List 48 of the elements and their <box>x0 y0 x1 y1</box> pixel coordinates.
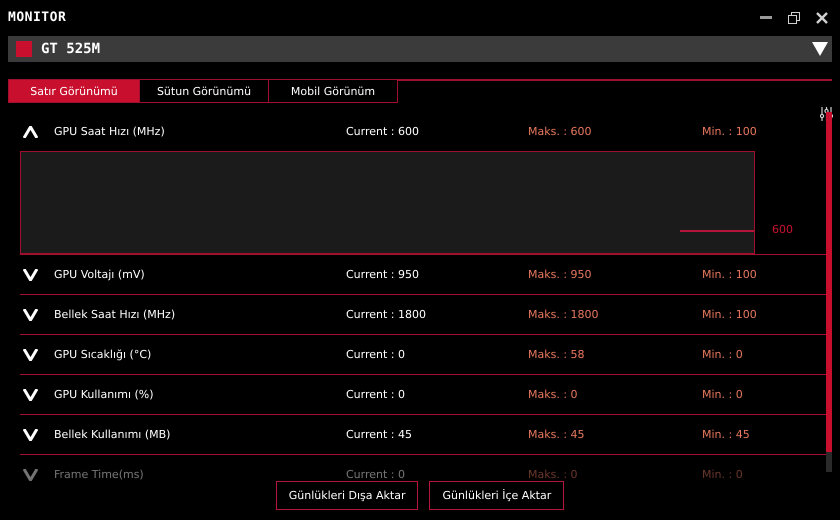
min-value: Min. : 0 <box>702 468 744 481</box>
restore-icon[interactable] <box>788 12 800 24</box>
min-value: Min. : 45 <box>702 428 751 441</box>
current-value: Current : 600 <box>346 125 420 138</box>
expand-chevron-icon[interactable] <box>23 268 38 280</box>
view-tab[interactable]: Satır Görünümü <box>8 79 140 103</box>
device-square-icon <box>16 41 32 57</box>
min-value: Min. : 0 <box>702 388 744 401</box>
view-tab[interactable]: Mobil Görünüm <box>268 79 398 103</box>
sensor-name: GPU Voltajı (mV) <box>54 268 146 281</box>
window-title: MONITOR <box>8 10 66 25</box>
current-value: Current : 0 <box>346 468 406 481</box>
max-value: Maks. : 600 <box>528 125 593 138</box>
current-value: Current : 0 <box>346 348 406 361</box>
min-value: Min. : 100 <box>702 308 758 321</box>
sensor-name: Bellek Saat Hızı (MHz) <box>54 308 176 321</box>
minimize-icon[interactable] <box>760 16 772 20</box>
sensor-name: Bellek Kullanımı (MB) <box>54 428 172 441</box>
expand-chevron-icon[interactable] <box>23 308 38 320</box>
expand-chevron-icon[interactable] <box>23 348 38 360</box>
max-value: Maks. : 1800 <box>528 308 600 321</box>
min-value: Min. : 100 <box>702 268 758 281</box>
log-button[interactable]: Günlükleri İçe Aktar <box>429 481 564 510</box>
min-value: Min. : 0 <box>702 348 744 361</box>
graph-value-label: 600 <box>772 223 793 236</box>
sensor-name: GPU Sıcaklığı (°C) <box>54 348 152 361</box>
expand-chevron-icon[interactable] <box>23 388 38 400</box>
dropdown-caret-icon <box>812 42 828 56</box>
max-value: Maks. : 58 <box>528 348 586 361</box>
current-value: Current : 950 <box>346 268 420 281</box>
log-button[interactable]: Günlükleri Dışa Aktar <box>276 481 418 510</box>
max-value: Maks. : 0 <box>528 468 579 481</box>
device-dropdown[interactable]: GT 525M <box>8 36 832 62</box>
collapse-chevron-icon[interactable] <box>23 126 38 138</box>
expand-chevron-icon[interactable] <box>23 428 38 440</box>
sensor-name: GPU Saat Hızı (MHz) <box>54 125 166 138</box>
current-value: Current : 1800 <box>346 308 428 321</box>
min-value: Min. : 100 <box>702 125 758 138</box>
scrollbar[interactable] <box>826 112 832 472</box>
max-value: Maks. : 950 <box>528 268 593 281</box>
sensor-name: GPU Kullanımı (%) <box>54 388 155 401</box>
sensor-name: Frame Time(ms) <box>54 468 145 481</box>
max-value: Maks. : 45 <box>528 428 586 441</box>
current-value: Current : 0 <box>346 388 406 401</box>
current-value: Current : 45 <box>346 428 414 441</box>
max-value: Maks. : 0 <box>528 388 579 401</box>
close-icon[interactable] <box>816 12 828 24</box>
view-tab[interactable]: Sütun Görünümü <box>139 79 269 103</box>
